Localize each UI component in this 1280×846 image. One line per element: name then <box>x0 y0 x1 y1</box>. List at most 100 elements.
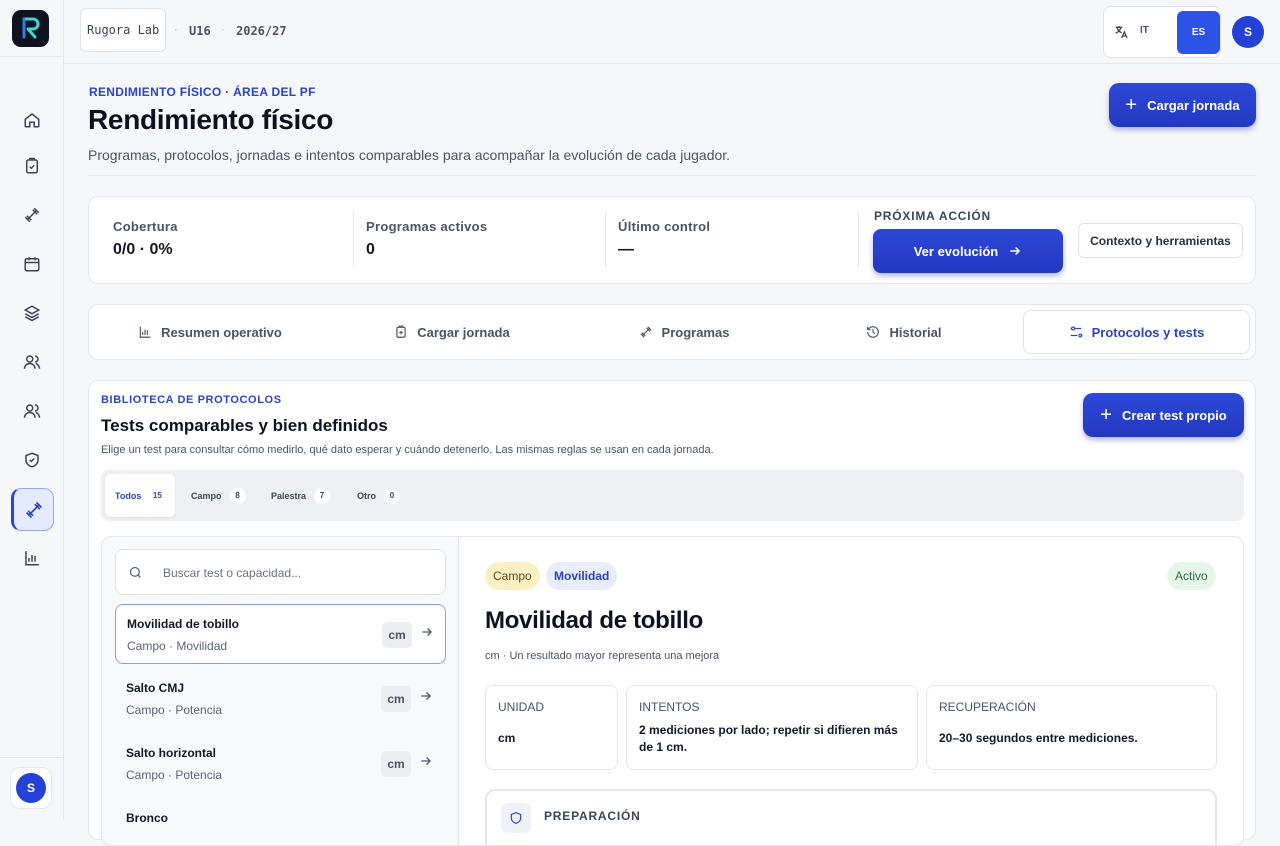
load-session-button[interactable]: + Cargar jornada <box>1109 83 1256 127</box>
stat-label: Programas activos <box>366 219 488 234</box>
next-action-label: PRÓXIMA ACCIÓN <box>874 209 991 223</box>
tab-programs[interactable]: Programas <box>569 305 799 359</box>
page-eyebrow: RENDIMIENTO FÍSICO · ÁREA DEL PF <box>89 85 316 99</box>
nav-reports[interactable] <box>14 540 50 576</box>
sidebar-divider <box>0 757 64 758</box>
filter-all[interactable]: Todos 15 <box>105 474 176 517</box>
tab-summary[interactable]: Resumen operativo <box>97 305 323 359</box>
filter-count: 0 <box>384 487 400 504</box>
list-item[interactable]: Movilidad de tobillo Campo · Movilidad c… <box>115 604 446 664</box>
stats-card: Cobertura 0/0 · 0% Programas activos 0 Ú… <box>88 196 1256 284</box>
nav-performance[interactable] <box>11 488 54 531</box>
nav-checklist[interactable] <box>14 148 50 184</box>
stat-divider <box>353 211 354 267</box>
tab-label: Protocolos y tests <box>1091 324 1205 340</box>
sidebar-divider <box>0 56 64 57</box>
filter-gym[interactable]: Palestra 7 <box>261 474 340 517</box>
arrow-right-icon <box>422 628 432 636</box>
stat-value: 0 <box>366 241 375 258</box>
nav-security[interactable] <box>14 442 50 478</box>
info-value: 2 mediciones por lado; repetir si difier… <box>639 723 898 754</box>
test-meta: Campo · Movilidad <box>127 639 228 653</box>
layers-icon <box>23 305 41 322</box>
test-list-pane: Buscar test o capacidad... Movilidad de … <box>102 537 459 845</box>
view-evolution-button[interactable]: Ver evolución <box>873 229 1063 273</box>
list-item[interactable]: Bronco <box>115 799 446 845</box>
test-meta: Campo · Potencia <box>126 703 223 717</box>
context-tools-button[interactable]: Contexto y herramientas <box>1078 223 1243 258</box>
test-name: Bronco <box>126 811 168 825</box>
detail-title: Movilidad de tobillo <box>485 607 703 634</box>
arrow-right-icon <box>421 692 431 700</box>
tab-load-session[interactable]: Cargar jornada <box>327 305 577 359</box>
nav-layers[interactable] <box>14 295 50 331</box>
stat-divider <box>858 211 859 267</box>
org-selector[interactable]: Rugora Lab <box>80 8 167 52</box>
library-title: Tests comparables y bien definidos <box>101 416 388 435</box>
create-test-button[interactable]: + Crear test propio <box>1083 393 1244 437</box>
test-name: Salto CMJ <box>126 681 185 695</box>
dumbbell-icon <box>25 501 42 518</box>
info-label: INTENTOS <box>639 700 700 714</box>
filter-label: Palestra <box>271 490 307 501</box>
rugora-logo-icon <box>22 17 39 38</box>
filter-label: Todos <box>115 490 142 501</box>
tab-label: Historial <box>889 324 942 340</box>
filter-other[interactable]: Otro 0 <box>347 474 410 517</box>
topbar: Rugora Lab · U16 · 2026/27 IT ES S <box>64 0 1280 64</box>
stat-value: — <box>618 241 634 258</box>
plus-icon: + <box>1125 94 1138 116</box>
library-subtitle: Elige un test para consultar cómo medirl… <box>101 444 714 456</box>
sidebar-user-button[interactable]: S <box>10 767 52 809</box>
info-label: RECUPERACIÓN <box>939 700 1036 714</box>
test-name: Salto horizontal <box>126 746 216 760</box>
filter-bar: Todos 15 Campo 8 Palestra 7 Otro 0 <box>101 470 1244 521</box>
language-switcher: IT ES <box>1103 6 1221 58</box>
preparation-section: PREPARACIÓN <box>485 789 1217 845</box>
breadcrumb-category[interactable]: U16 <box>189 24 211 38</box>
plus-icon: + <box>1100 404 1112 426</box>
arrow-right-icon <box>1010 246 1021 256</box>
translate-icon[interactable] <box>1110 21 1132 43</box>
filter-field[interactable]: Campo 8 <box>181 474 256 517</box>
sliders-icon <box>1070 326 1083 338</box>
avatar: S <box>16 773 46 803</box>
history-icon <box>867 326 880 338</box>
language-it-button[interactable]: IT <box>1140 25 1149 36</box>
filter-count: 7 <box>314 487 331 504</box>
page-title: Rendimiento físico <box>88 104 334 135</box>
preparation-label: PREPARACIÓN <box>544 809 641 823</box>
nav-calendar[interactable] <box>14 246 50 282</box>
unit-badge: cm <box>382 622 412 648</box>
tag-capacity: Movilidad <box>546 562 618 590</box>
nav-training[interactable] <box>14 197 50 233</box>
search-placeholder: Buscar test o capacidad... <box>163 566 302 580</box>
language-es-button[interactable]: ES <box>1177 11 1220 54</box>
load-session-label: Cargar jornada <box>1147 97 1240 113</box>
create-test-label: Crear test propio <box>1121 407 1227 423</box>
list-item[interactable]: Salto horizontal Campo · Potencia cm <box>115 734 446 794</box>
library-split-view: Buscar test o capacidad... Movilidad de … <box>101 536 1244 846</box>
nav-users[interactable] <box>14 344 50 380</box>
home-icon <box>24 113 40 128</box>
search-icon <box>129 566 141 578</box>
page-subtitle: Programas, protocolos, jornadas e intent… <box>88 147 731 163</box>
nav-team[interactable] <box>14 393 50 429</box>
breadcrumb-season[interactable]: 2026/27 <box>236 24 287 38</box>
library-eyebrow: BIBLIOTECA DE PROTOCOLOS <box>101 394 282 406</box>
search-input[interactable]: Buscar test o capacidad... <box>115 549 446 595</box>
user-avatar[interactable]: S <box>1232 16 1264 48</box>
tab-history[interactable]: Historial <box>799 305 1009 359</box>
unit-badge: cm <box>381 686 411 712</box>
breadcrumb-separator: · <box>221 24 225 36</box>
dumbbell-icon <box>639 326 652 338</box>
app-logo[interactable] <box>12 10 49 47</box>
tab-protocols[interactable]: Protocolos y tests <box>1023 310 1250 354</box>
filter-label: Campo <box>191 490 222 501</box>
unit-badge: cm <box>381 751 411 777</box>
stat-label: Cobertura <box>113 219 178 234</box>
list-item[interactable]: Salto CMJ Campo · Potencia cm <box>115 669 446 729</box>
bar-chart-icon <box>139 326 151 338</box>
nav-home[interactable] <box>14 102 50 138</box>
info-card-unit: UNIDAD cm <box>485 685 618 770</box>
